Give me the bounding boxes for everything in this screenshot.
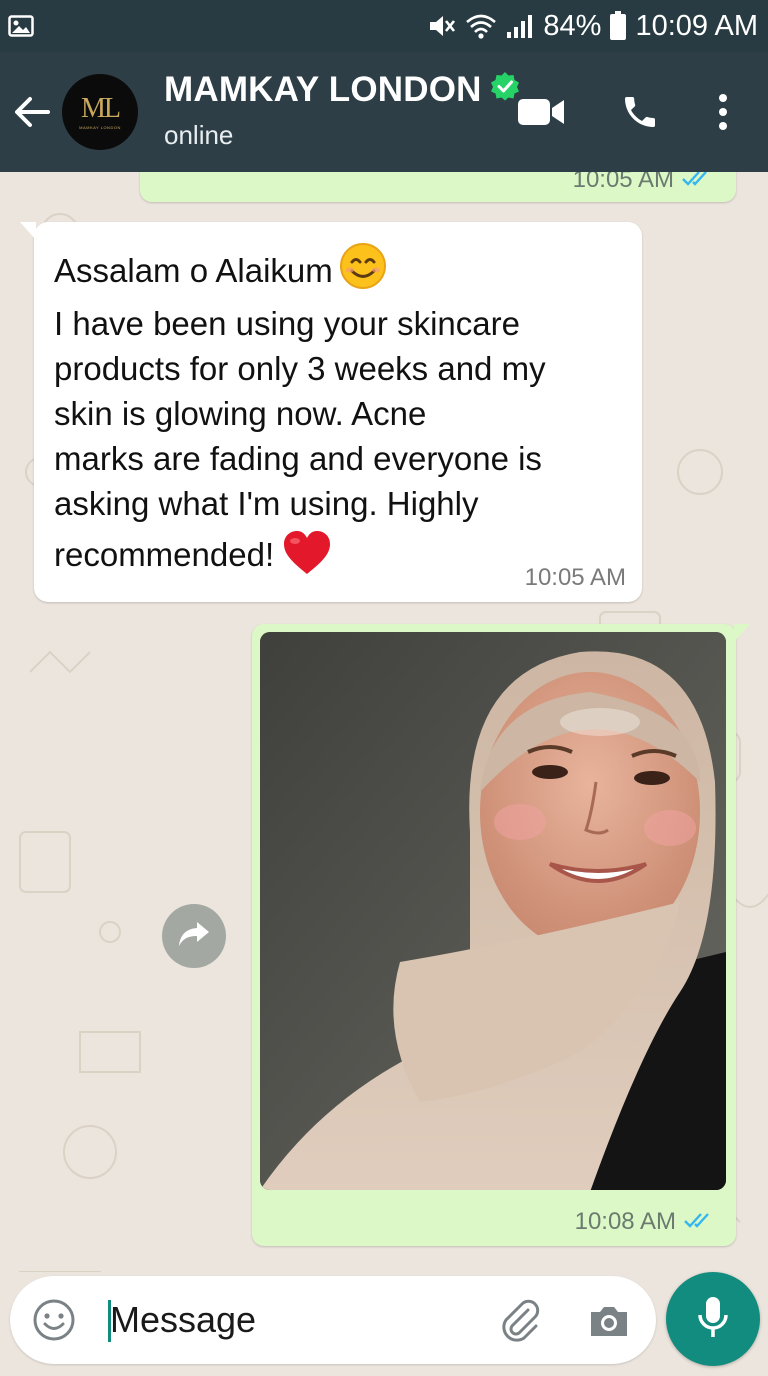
message-bubble-incoming[interactable]: Assalam o Alaikum I have been using your… [20, 222, 642, 602]
message-line: asking what I'm using. Highly [54, 485, 479, 522]
message-line: marks are fading and everyone is [54, 440, 542, 477]
mic-icon [697, 1295, 729, 1344]
back-arrow-icon[interactable] [12, 92, 52, 132]
status-bar: 84% 10:09 AM [0, 0, 768, 52]
mute-icon [427, 12, 457, 40]
shared-photo[interactable] [260, 632, 726, 1190]
message-time: 10:05 AM [572, 172, 674, 193]
image-icon [8, 15, 34, 37]
message-line: recommended! [54, 536, 275, 573]
more-vert-icon[interactable] [708, 90, 738, 134]
avatar-tagline: MAMKAY LONDON [79, 124, 121, 130]
mic-button[interactable] [666, 1272, 760, 1366]
message-time: 10:05 AM [524, 564, 626, 591]
message-line: Assalam o Alaikum [54, 252, 333, 289]
signal-icon [505, 12, 535, 40]
message-text: Assalam o Alaikum I have been using your… [54, 242, 628, 587]
chat-header: ML MAMKAY LONDON MAMKAY LONDON online [0, 52, 768, 172]
chat-area[interactable]: 10:05 AM Assalam o Alaikum I have been u… [0, 172, 768, 1272]
battery-icon [609, 11, 627, 41]
emoji-icon[interactable] [32, 1298, 76, 1342]
message-line: products for only 3 weeks and my [54, 350, 546, 387]
battery-percent: 84% [543, 9, 602, 42]
message-bubble-outgoing-image[interactable]: 10:08 AM [252, 624, 750, 1246]
contact-status: online [164, 120, 234, 150]
wifi-icon [465, 12, 497, 40]
contact-name-text: MAMKAY LONDON [164, 70, 482, 109]
forward-arrow-icon [177, 919, 211, 954]
attach-icon[interactable] [498, 1298, 544, 1344]
clock: 10:09 AM [635, 9, 758, 42]
avatar-monogram: ML [81, 92, 121, 124]
phone-icon[interactable] [618, 90, 662, 134]
read-ticks-icon [682, 172, 714, 194]
message-composer [10, 1276, 656, 1364]
red-heart-icon [282, 530, 332, 587]
video-call-icon[interactable] [516, 90, 566, 134]
message-line: I have been using your skincare [54, 305, 520, 342]
contact-name[interactable]: MAMKAY LONDON [164, 70, 520, 110]
read-ticks-icon [684, 1208, 716, 1236]
message-time: 10:08 AM [574, 1208, 676, 1235]
avatar[interactable]: ML MAMKAY LONDON [62, 74, 138, 150]
message-bubble-outgoing[interactable]: 10:05 AM [140, 172, 736, 202]
camera-icon[interactable] [586, 1298, 632, 1344]
forward-button[interactable] [162, 904, 226, 968]
smiling-face-icon [339, 242, 387, 301]
message-line: skin is glowing now. Acne [54, 395, 427, 432]
message-input[interactable] [110, 1294, 490, 1346]
